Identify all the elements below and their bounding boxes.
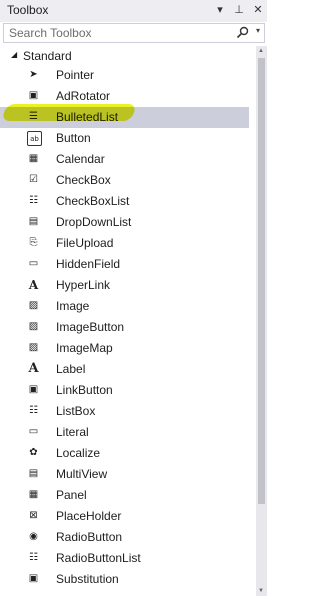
literal-icon: ▭: [28, 426, 39, 437]
toolbox-item-label: Literal: [56, 425, 89, 439]
toolbox-item-label: RadioButton: [56, 530, 123, 544]
dropdown-list-icon: ▤: [28, 216, 39, 227]
vertical-scrollbar[interactable]: ▲ ▼: [256, 46, 267, 596]
group-label: Standard: [23, 49, 72, 63]
search-toolbox-field[interactable]: Search Toolbox ▾: [3, 23, 265, 43]
toolbox-titlebar: Toolbox ▾ ⊥ ✕: [0, 0, 267, 22]
radio-button-icon: ◉: [29, 531, 38, 542]
toolbox-list: ◢ Standard ➤Pointer▣AdRotator☰BulletedLi…: [0, 46, 255, 596]
toolbox-item-substitution[interactable]: ▣ Substitution: [0, 569, 249, 590]
toolbox-item-fileupload[interactable]: ⎘ FileUpload: [0, 233, 249, 254]
toolbox-item-hiddenfield[interactable]: ▭ HiddenField: [0, 254, 249, 275]
file-upload-icon: ⎘: [29, 237, 38, 248]
image-icon: ▨: [28, 300, 39, 311]
toolbox-item-label: MultiView: [56, 467, 108, 481]
link-button-icon: ▣: [28, 384, 39, 395]
calendar-icon: ▦: [28, 153, 39, 164]
toolbox-item-label: AdRotator: [56, 89, 111, 103]
toolbox-item-label: Calendar: [56, 152, 105, 166]
image-button-icon: ▨: [28, 321, 39, 332]
toolbox-item-imagemap[interactable]: ▨ ImageMap: [0, 338, 249, 359]
toolbox-item-label: Pointer: [56, 68, 95, 82]
placeholder-icon: ⊠: [29, 510, 38, 521]
toolbox-item-label: HiddenField: [56, 257, 121, 271]
listbox-icon: ☷: [29, 405, 38, 416]
scrollbar-thumb[interactable]: [258, 58, 265, 504]
window-title: Toolbox: [7, 3, 49, 17]
toolbox-item-label: LinkButton: [56, 383, 113, 397]
toolbox-item-checkboxlist[interactable]: ☷ CheckBoxList: [0, 191, 249, 212]
toolbox-item-label: RadioButtonList: [56, 551, 141, 565]
toolbox-item-label: ImageMap: [56, 341, 113, 355]
search-input[interactable]: Search Toolbox: [9, 26, 92, 40]
toolbox-item-imagebutton[interactable]: ▨ ImageButton: [0, 317, 249, 338]
toolbox-item-listbox[interactable]: ☷ ListBox: [0, 401, 249, 422]
hidden-field-icon: ▭: [28, 258, 39, 269]
toolbox-item-dropdownlist[interactable]: ▤ DropDownList: [0, 212, 249, 233]
toolbox-item-label: PlaceHolder: [56, 509, 122, 523]
toolbox-item-label: DropDownList: [56, 215, 132, 229]
pointer-icon: ➤: [29, 69, 38, 80]
toolbox-item-label: HyperLink: [56, 278, 111, 292]
multiview-icon: ▤: [28, 468, 39, 479]
close-icon[interactable]: ✕: [253, 3, 263, 17]
localize-icon: ✿: [29, 447, 38, 458]
toolbox-item-literal[interactable]: ▭ Literal: [0, 422, 249, 443]
toolbox-item-pointer[interactable]: ➤ Pointer: [0, 65, 249, 86]
hyperlink-icon: A: [28, 277, 39, 292]
toolbox-item-label: Image: [56, 299, 90, 313]
radio-button-list-icon: ☷: [29, 552, 38, 563]
toolbox-item-label: FileUpload: [56, 236, 114, 250]
checkbox-icon: ☑: [29, 174, 38, 185]
group-header-standard[interactable]: ◢ Standard: [0, 46, 255, 66]
toolbox-item-calendar[interactable]: ▦ Calendar: [0, 149, 249, 170]
button-icon: ab: [27, 131, 42, 146]
toolbox-item-label: Substitution: [56, 572, 119, 586]
toolbox-item-image[interactable]: ▨ Image: [0, 296, 249, 317]
scroll-down-arrow-icon[interactable]: ▼: [258, 588, 264, 594]
substitution-icon: ▣: [28, 573, 39, 584]
toolbox-item-linkbutton[interactable]: ▣ LinkButton: [0, 380, 249, 401]
adrotator-icon: ▣: [28, 90, 39, 101]
toolbox-item-multiview[interactable]: ▤ MultiView: [0, 464, 249, 485]
search-options-dropdown-icon[interactable]: ▾: [256, 26, 260, 35]
toolbox-item-placeholder[interactable]: ⊠ PlaceHolder: [0, 506, 249, 527]
toolbox-item-hyperlink[interactable]: A HyperLink: [0, 275, 249, 296]
toolbox-item-button[interactable]: ab Button: [0, 128, 249, 149]
scroll-up-arrow-icon[interactable]: ▲: [258, 48, 264, 54]
toolbox-item-checkbox[interactable]: ☑ CheckBox: [0, 170, 249, 191]
image-map-icon: ▨: [28, 342, 39, 353]
toolbox-item-label: Localize: [56, 446, 101, 460]
yellow-highlight-annotation: [1, 104, 137, 121]
toolbox-item-label: Panel: [56, 488, 87, 502]
window-position-dropdown-icon[interactable]: ▾: [215, 3, 225, 17]
toolbox-item-label: Label: [56, 362, 86, 376]
toolbox-item-localize[interactable]: ✿ Localize: [0, 443, 249, 464]
pin-icon[interactable]: ⊥: [234, 3, 244, 17]
toolbox-item-label: ImageButton: [56, 320, 125, 334]
toolbox-item-radiobutton[interactable]: ◉ RadioButton: [0, 527, 249, 548]
label-icon: A: [28, 361, 39, 376]
toolbox-item-label: ListBox: [56, 404, 96, 418]
panel-icon: ▦: [28, 489, 39, 500]
search-icon[interactable]: [236, 26, 249, 39]
collapse-arrow-icon[interactable]: ◢: [11, 50, 17, 59]
toolbox-item-radiobuttonlist[interactable]: ☷ RadioButtonList: [0, 548, 249, 569]
toolbox-item-label[interactable]: A Label: [0, 359, 249, 380]
toolbox-item-label: Button: [56, 131, 91, 145]
toolbox-item-label: CheckBox: [56, 173, 111, 187]
toolbox-item-panel[interactable]: ▦ Panel: [0, 485, 249, 506]
toolbox-item-label: CheckBoxList: [56, 194, 130, 208]
checkbox-list-icon: ☷: [29, 195, 38, 206]
